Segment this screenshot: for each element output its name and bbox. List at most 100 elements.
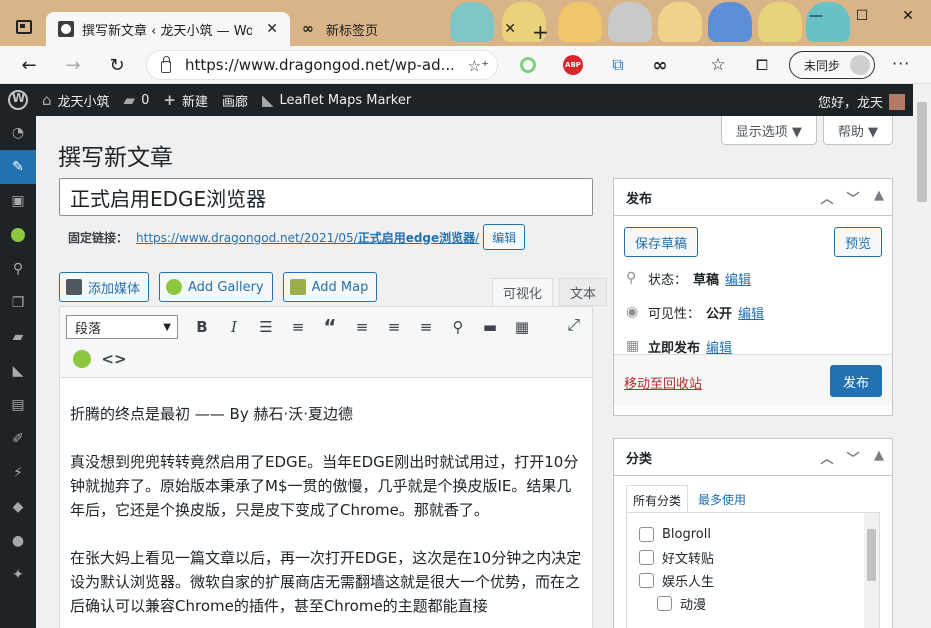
tab-most-used[interactable]: 最多使用 — [692, 485, 752, 515]
adminbar-comments[interactable]: ▰ 0 — [124, 91, 150, 109]
move-down-icon[interactable]: ﹀ — [840, 448, 866, 467]
maximize-icon[interactable]: ☐ — [839, 0, 885, 32]
new-tab-button[interactable]: + — [532, 20, 549, 44]
toolbar-toggle-icon[interactable]: ▦ — [506, 313, 538, 341]
move-down-icon[interactable]: ﹀ — [840, 188, 866, 207]
add-gallery-button[interactable]: Add Gallery — [159, 272, 273, 302]
gallery-plugin-icon[interactable] — [0, 218, 36, 252]
forward-icon[interactable]: → — [60, 52, 86, 78]
align-right-icon[interactable]: ≡ — [410, 313, 442, 341]
align-left-icon[interactable]: ≡ — [346, 313, 378, 341]
browser-tab-active[interactable]: 撰写新文章 ‹ 龙天小筑 — WordPress ✕ — [46, 12, 290, 46]
category-scrollbar[interactable] — [864, 513, 879, 628]
media-icon[interactable]: ▣ — [0, 184, 36, 218]
adminbar-gallery[interactable]: 画廊 — [222, 91, 248, 110]
refresh-icon[interactable]: ↻ — [104, 52, 130, 78]
move-up-icon[interactable]: ︿ — [814, 448, 840, 467]
read-more-icon[interactable]: ▬ — [474, 313, 506, 341]
category-checkbox[interactable] — [639, 550, 654, 565]
adminbar-new[interactable]: + 新建 — [163, 91, 208, 110]
numbered-list-icon[interactable]: ≡ — [282, 313, 314, 341]
map-icon — [289, 279, 306, 295]
adminbar-account[interactable]: 您好，龙天 — [818, 92, 905, 111]
save-draft-button[interactable]: 保存草稿 — [624, 227, 699, 257]
ring-extension-icon[interactable] — [520, 57, 536, 73]
publish-button[interactable]: 发布 — [830, 365, 882, 397]
category-item[interactable]: Blogroll — [627, 523, 879, 546]
comments-icon[interactable]: ▰ — [0, 320, 36, 354]
permalink-edit-button[interactable]: 编辑 — [483, 224, 526, 250]
add-media-button[interactable]: 添加媒体 — [59, 272, 150, 302]
browser-tab-newtab[interactable]: ∞ 新标签页 ✕ — [290, 12, 528, 46]
tab-visual[interactable]: 可视化 — [492, 278, 554, 306]
edit-schedule-link[interactable]: 编辑 — [706, 337, 732, 356]
adminbar-leaflet[interactable]: ◣ Leaflet Maps Marker — [262, 91, 411, 109]
post-title-input[interactable]: 正式启用EDGE浏览器 — [59, 178, 593, 216]
publishing-actions: 移动至回收站 发布 — [614, 354, 892, 406]
move-to-trash-link[interactable]: 移动至回收站 — [624, 373, 702, 392]
add-map-button[interactable]: Add Map — [282, 272, 378, 302]
url-text[interactable]: https://www.dragongod.net/wp-ad... — [185, 56, 453, 74]
dashboard-icon[interactable]: ◔ — [0, 116, 36, 150]
links-icon[interactable]: ⚲ — [0, 252, 36, 286]
tab-all-categories[interactable]: 所有分类 — [626, 485, 689, 515]
bold-icon[interactable]: B — [186, 313, 218, 341]
abp-icon[interactable]: ABP — [563, 55, 583, 75]
category-item[interactable]: 好文转贴 — [627, 546, 879, 569]
screen-options-button[interactable]: 显示选项 ▼ — [720, 116, 817, 145]
code-icon[interactable]: <> — [98, 345, 130, 373]
close-tab-icon[interactable]: ✕ — [266, 21, 278, 37]
category-checkbox[interactable] — [657, 596, 672, 611]
edit-status-link[interactable]: 编辑 — [725, 269, 751, 288]
tags-icon[interactable]: ◆ — [0, 490, 36, 524]
profile-button[interactable]: 未同步 — [789, 51, 875, 79]
gallery-insert-icon[interactable] — [66, 345, 98, 373]
posts-pin-icon[interactable]: ✎ — [0, 150, 36, 184]
minimize-icon[interactable]: — — [793, 0, 839, 32]
help-button[interactable]: 帮助 ▼ — [822, 116, 893, 145]
category-checkbox[interactable] — [639, 527, 654, 542]
collapse-icon[interactable]: ▲ — [866, 188, 892, 207]
blockquote-icon[interactable]: “ — [314, 313, 346, 341]
address-bar[interactable]: https://www.dragongod.net/wp-ad... ☆⁺ — [146, 50, 498, 80]
page-scrollbar[interactable] — [913, 84, 931, 628]
tools-icon[interactable]: ✦ — [0, 558, 36, 592]
plugins-icon[interactable]: ⚡ — [0, 456, 36, 490]
close-tab-icon[interactable]: ✕ — [504, 21, 516, 37]
tab-text[interactable]: 文本 — [559, 278, 608, 306]
align-center-icon[interactable]: ≡ — [378, 313, 410, 341]
format-select[interactable]: 段落 ▼ — [66, 315, 178, 339]
add-favorite-icon[interactable]: ☆⁺ — [468, 57, 489, 75]
close-window-icon[interactable]: ✕ — [885, 0, 931, 32]
category-item[interactable]: 动漫 — [627, 592, 879, 615]
adminbar-site[interactable]: ⌂ 龙天小筑 — [42, 91, 110, 110]
collapse-icon[interactable]: ▲ — [866, 448, 892, 467]
favorites-icon[interactable]: ☆ — [708, 55, 728, 75]
category-checkbox[interactable] — [639, 573, 654, 588]
editor-content[interactable]: 折腾的终点是最初 —— By 赫石·沃·夏边德 真没想到兜兜转转竟然启用了EDG… — [59, 377, 593, 628]
window-menu-icon[interactable] — [16, 20, 32, 34]
wordpress-logo-icon[interactable] — [8, 90, 28, 110]
permalink-link[interactable]: https://www.dragongod.net/2021/05/正式启用ed… — [136, 229, 479, 246]
users-icon[interactable]: ● — [0, 524, 36, 558]
feedback-icon[interactable]: ▤ — [0, 388, 36, 422]
sync-extension-icon[interactable]: ⧉ — [608, 55, 628, 75]
pages-icon[interactable]: ❐ — [0, 286, 36, 320]
bullet-list-icon[interactable]: ☰ — [250, 313, 282, 341]
collections-icon[interactable]: ⧠ — [752, 55, 772, 75]
edit-visibility-link[interactable]: 编辑 — [738, 303, 764, 322]
back-icon[interactable]: ← — [16, 52, 42, 78]
link-icon[interactable]: ⚲ — [442, 313, 474, 341]
italic-icon[interactable]: I — [218, 313, 250, 341]
fullscreen-icon[interactable]: ⤢ — [567, 315, 580, 335]
more-menu-icon[interactable]: ··· — [892, 54, 910, 73]
appearance-icon[interactable]: ✐ — [0, 422, 36, 456]
move-up-icon[interactable]: ︿ — [814, 188, 840, 207]
greeting: 您好，龙天 — [817, 96, 883, 111]
category-item[interactable]: 娱乐人生 — [627, 569, 879, 592]
infinity-icon[interactable]: ∞ — [650, 55, 670, 76]
category-tabs: 所有分类 最多使用 — [626, 485, 752, 515]
lock-icon[interactable] — [161, 56, 171, 73]
preview-button[interactable]: 预览 — [833, 227, 882, 257]
leaflet-map-icon[interactable]: ◣ — [0, 354, 36, 388]
